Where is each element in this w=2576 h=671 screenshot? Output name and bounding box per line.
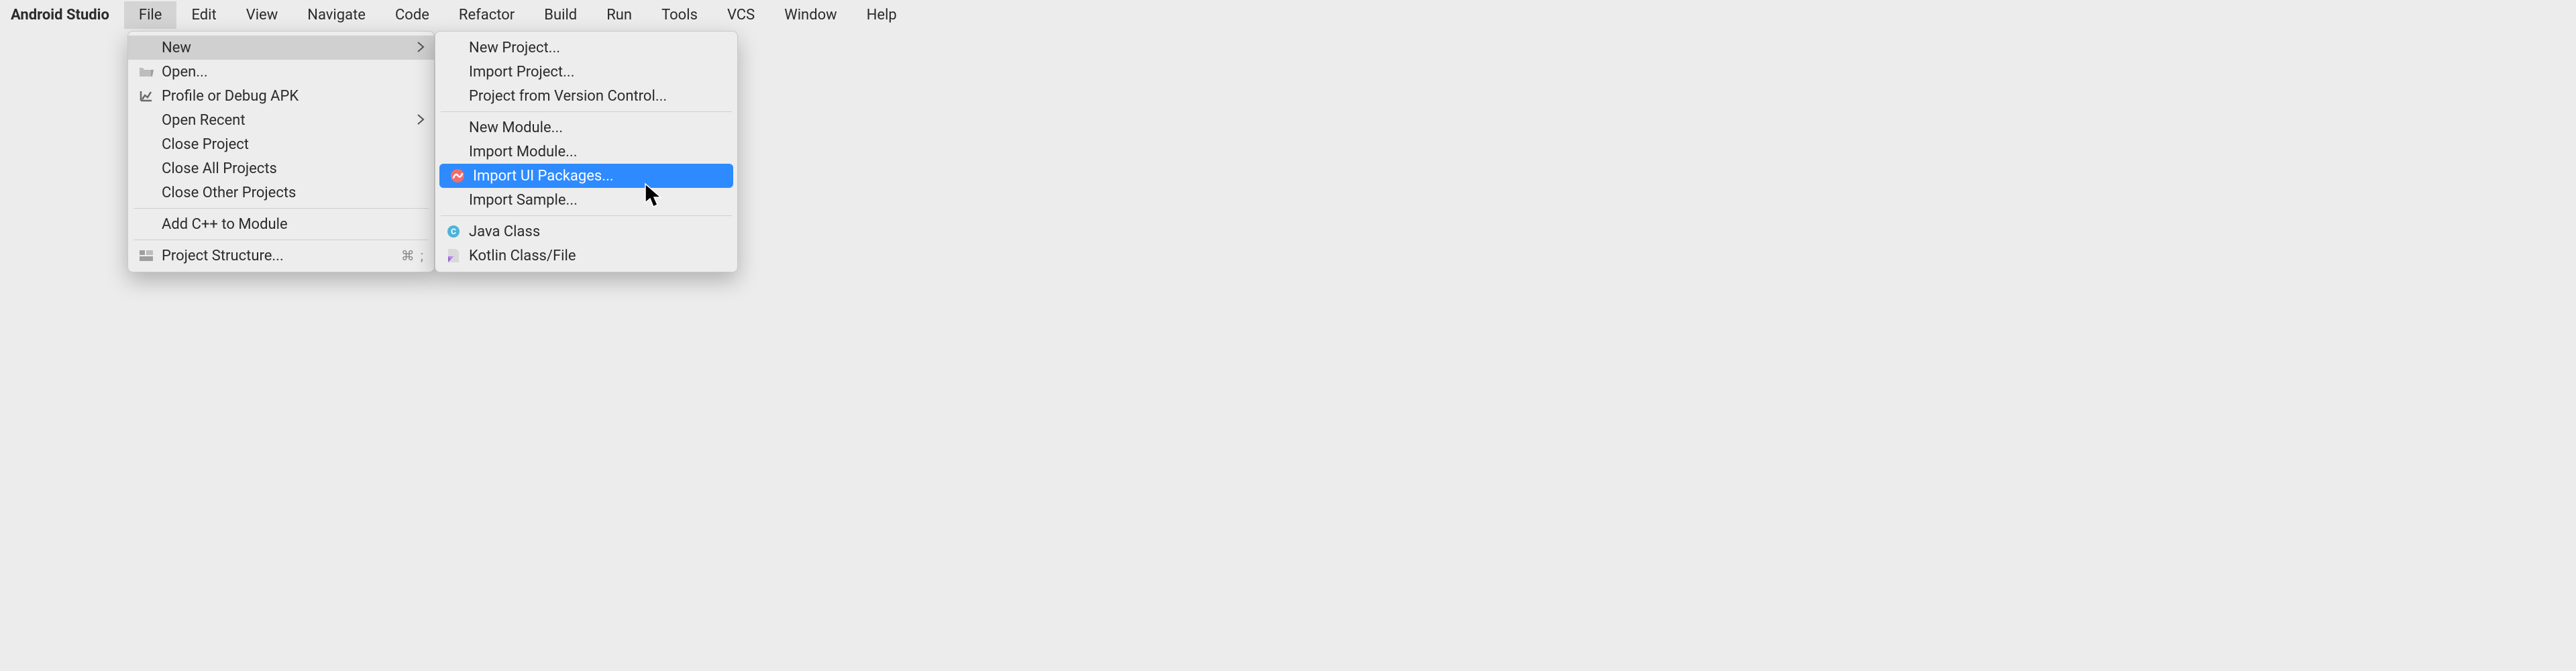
blank-icon bbox=[445, 143, 462, 160]
blank-icon bbox=[138, 184, 155, 201]
relay-icon bbox=[449, 167, 466, 185]
new-submenu: New Project... Import Project... Project… bbox=[435, 31, 738, 272]
menu-open-recent[interactable]: Open Recent bbox=[128, 108, 434, 132]
menu-label: Project from Version Control... bbox=[469, 88, 728, 105]
menu-navigate[interactable]: Navigate bbox=[292, 1, 380, 29]
submenu-import-project[interactable]: Import Project... bbox=[435, 60, 737, 84]
menu-close-other-projects[interactable]: Close Other Projects bbox=[128, 180, 434, 205]
menu-label: New Project... bbox=[469, 40, 728, 56]
submenu-new-project[interactable]: New Project... bbox=[435, 36, 737, 60]
menu-shortcut: ⌘ ; bbox=[401, 248, 425, 264]
menu-profile-debug-apk[interactable]: Profile or Debug APK bbox=[128, 84, 434, 108]
menu-label: Import UI Packages... bbox=[473, 168, 724, 185]
menu-tools[interactable]: Tools bbox=[647, 1, 712, 29]
menu-label: Import Module... bbox=[469, 144, 728, 160]
submenu-new-module[interactable]: New Module... bbox=[435, 115, 737, 140]
submenu-java-class[interactable]: C Java Class bbox=[435, 219, 737, 244]
menu-new[interactable]: New bbox=[128, 36, 434, 60]
submenu-import-ui-packages[interactable]: Import UI Packages... bbox=[439, 164, 733, 188]
menu-help[interactable]: Help bbox=[852, 1, 912, 29]
kotlin-file-icon bbox=[445, 247, 462, 264]
menu-divider bbox=[441, 111, 732, 112]
file-dropdown: New Open... Profile or Debug APK Open Re… bbox=[127, 31, 435, 272]
folder-open-icon bbox=[138, 63, 155, 81]
menu-divider bbox=[441, 215, 732, 216]
menu-label: Close Project bbox=[162, 136, 425, 153]
menu-label: New Module... bbox=[469, 119, 728, 136]
blank-icon bbox=[445, 119, 462, 136]
submenu-kotlin-class[interactable]: Kotlin Class/File bbox=[435, 244, 737, 268]
submenu-from-version-control[interactable]: Project from Version Control... bbox=[435, 84, 737, 108]
menu-build[interactable]: Build bbox=[529, 1, 592, 29]
java-class-icon: C bbox=[445, 223, 462, 240]
menu-label: Kotlin Class/File bbox=[469, 248, 728, 264]
chevron-right-icon bbox=[417, 40, 425, 56]
blank-icon bbox=[445, 191, 462, 209]
submenu-import-sample[interactable]: Import Sample... bbox=[435, 188, 737, 212]
menu-edit[interactable]: Edit bbox=[176, 1, 231, 29]
blank-icon bbox=[138, 215, 155, 233]
submenu-import-module[interactable]: Import Module... bbox=[435, 140, 737, 164]
menu-label: Open Recent bbox=[162, 112, 410, 129]
menu-project-structure[interactable]: Project Structure... ⌘ ; bbox=[128, 244, 434, 268]
menu-run[interactable]: Run bbox=[592, 1, 647, 29]
blank-icon bbox=[445, 39, 462, 56]
menu-label: Open... bbox=[162, 64, 425, 81]
blank-icon bbox=[138, 136, 155, 153]
menu-window[interactable]: Window bbox=[769, 1, 852, 29]
menu-close-all-projects[interactable]: Close All Projects bbox=[128, 156, 434, 180]
blank-icon bbox=[138, 39, 155, 56]
blank-icon bbox=[138, 111, 155, 129]
menu-add-cpp[interactable]: Add C++ to Module bbox=[128, 212, 434, 236]
menu-label: Project Structure... bbox=[162, 248, 394, 264]
menu-label: Import Project... bbox=[469, 64, 728, 81]
blank-icon bbox=[138, 160, 155, 177]
menu-label: Close Other Projects bbox=[162, 185, 425, 201]
menu-file[interactable]: File bbox=[124, 1, 177, 29]
menu-code[interactable]: Code bbox=[380, 1, 444, 29]
menu-label: Import Sample... bbox=[469, 192, 728, 209]
menu-open[interactable]: Open... bbox=[128, 60, 434, 84]
menu-view[interactable]: View bbox=[231, 1, 293, 29]
menu-label: New bbox=[162, 40, 410, 56]
menu-label: Profile or Debug APK bbox=[162, 88, 425, 105]
menu-label: Java Class bbox=[469, 223, 728, 240]
menu-close-project[interactable]: Close Project bbox=[128, 132, 434, 156]
profile-icon bbox=[138, 87, 155, 105]
svg-text:C: C bbox=[451, 227, 456, 236]
menu-refactor[interactable]: Refactor bbox=[444, 1, 529, 29]
menu-divider bbox=[133, 208, 429, 209]
blank-icon bbox=[445, 63, 462, 81]
project-structure-icon bbox=[138, 247, 155, 264]
menu-label: Close All Projects bbox=[162, 160, 425, 177]
menu-label: Add C++ to Module bbox=[162, 216, 425, 233]
menu-vcs[interactable]: VCS bbox=[712, 1, 769, 29]
blank-icon bbox=[445, 87, 462, 105]
app-title: Android Studio bbox=[11, 1, 124, 29]
chevron-right-icon bbox=[417, 112, 425, 129]
menubar: Android Studio File Edit View Navigate C… bbox=[0, 0, 2576, 30]
